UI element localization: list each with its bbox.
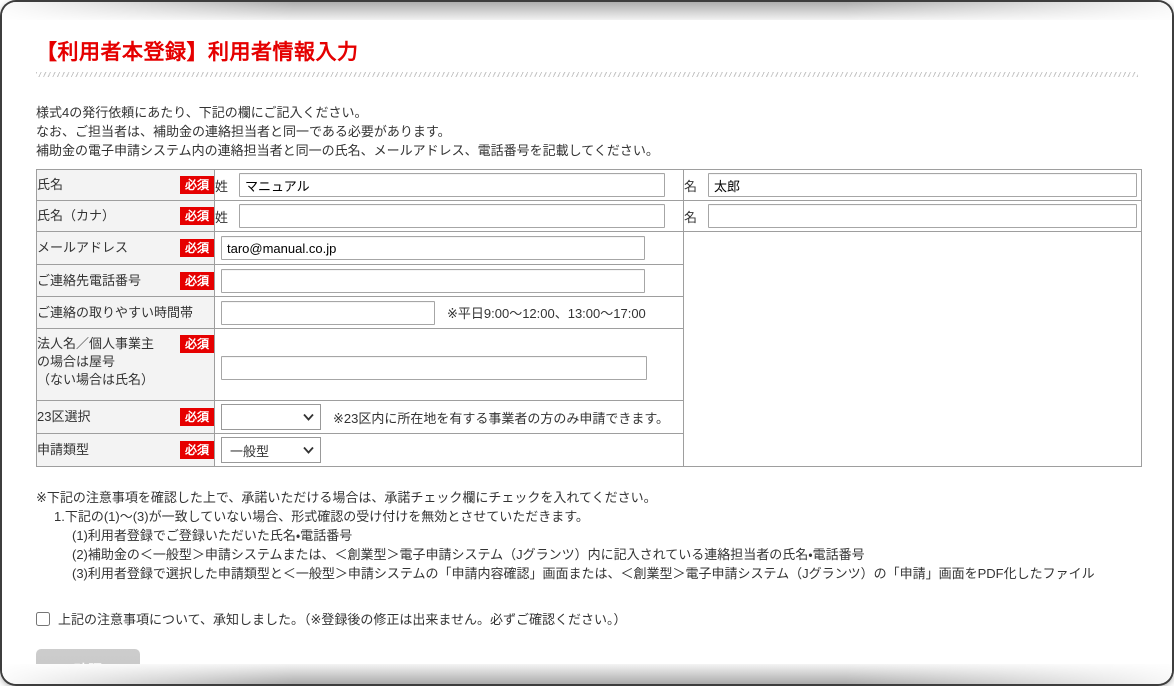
empty-merged-cell (684, 232, 1142, 467)
application-type-select[interactable]: 一般型 (221, 437, 321, 463)
notice-line-1: ※下記の注意事項を確認した上で、承諾いただける場合は、承諾チェック欄にチェックを… (36, 488, 1138, 507)
agreement-checkbox[interactable] (36, 612, 50, 626)
chevron-down-icon (303, 413, 314, 421)
agreement-label: 上記の注意事項について、承知しました。（※登録後の修正は出来ません。必ずご確認く… (58, 609, 626, 628)
email-row-label: メールアドレス (37, 239, 128, 257)
required-badge: 必須 (180, 176, 214, 194)
first-name-input[interactable] (708, 173, 1137, 197)
required-badge: 必須 (180, 335, 214, 353)
application-type-select-value: 一般型 (230, 441, 269, 460)
table-row: 氏名 必須 姓 名 (37, 170, 1142, 201)
notice-section: ※下記の注意事項を確認した上で、承諾いただける場合は、承諾チェック欄にチェックを… (36, 488, 1138, 583)
kana-last-name-label: 姓 (215, 207, 228, 226)
chevron-down-icon (303, 446, 314, 454)
agreement-row: 上記の注意事項について、承知しました。（※登録後の修正は出来ません。必ずご確認く… (36, 609, 1138, 628)
page-title: 【利用者本登録】利用者情報入力 (36, 36, 1138, 66)
last-name-label: 姓 (215, 176, 228, 195)
kana-row-label: 氏名（カナ） (37, 207, 115, 225)
contact-time-note: ※平日9:00～12:00、13:00～17:00 (447, 306, 646, 321)
required-badge: 必須 (180, 441, 214, 459)
application-type-row-label: 申請類型 (37, 441, 89, 459)
required-badge: 必須 (180, 207, 214, 225)
intro-line-3: 補助金の電子申請システム内の連絡担当者と同一の氏名、メールアドレス、電話番号を記… (36, 141, 1138, 160)
notice-line-5: (3)利用者登録で選択した申請類型と＜一般型＞申請システムの「申請内容確認」画面… (36, 564, 1138, 583)
bottom-gloss-bar (2, 664, 1172, 684)
kana-first-name-label: 名 (684, 207, 697, 226)
top-gloss-bar (2, 2, 1172, 20)
ward-note: ※23区内に所在地を有する事業者の方のみ申請できます。 (333, 411, 669, 426)
required-badge: 必須 (180, 272, 214, 290)
page-frame: 【利用者本登録】利用者情報入力 様式4の発行依頼にあたり、下記の欄にご記入くださ… (2, 2, 1172, 684)
notice-line-4: (2)補助金の＜一般型＞申請システムまたは、＜創業型＞電子申請システム（Jグラン… (36, 545, 1138, 564)
table-row: メールアドレス 必須 (37, 232, 1142, 265)
contact-time-row-label: ご連絡の取りやすい時間帯 (37, 304, 193, 322)
kana-last-name-input[interactable] (239, 204, 665, 228)
ward-row-label: 23区選択 (37, 408, 90, 426)
phone-row-label: ご連絡先電話番号 (37, 272, 141, 290)
kana-first-name-input[interactable] (708, 204, 1137, 228)
company-name-row-label: 法人名／個人事業主 の場合は屋号 （ない場合は氏名） (37, 335, 154, 389)
main-content: 【利用者本登録】利用者情報入力 様式4の発行依頼にあたり、下記の欄にご記入くださ… (2, 20, 1172, 684)
email-input[interactable] (221, 236, 645, 260)
contact-time-input[interactable] (221, 301, 435, 325)
intro-line-1: 様式4の発行依頼にあたり、下記の欄にご記入ください。 (36, 103, 1138, 122)
user-info-form-table: 氏名 必須 姓 名 氏名（カナ） 必須 (36, 169, 1142, 467)
table-row: 氏名（カナ） 必須 姓 名 (37, 201, 1142, 232)
title-divider (36, 72, 1138, 77)
company-name-input[interactable] (221, 356, 647, 380)
ward-select[interactable] (221, 404, 321, 430)
required-badge: 必須 (180, 408, 214, 426)
phone-input[interactable] (221, 269, 645, 293)
required-badge: 必須 (180, 239, 214, 257)
first-name-label: 名 (684, 176, 697, 195)
name-row-label: 氏名 (37, 176, 63, 194)
last-name-input[interactable] (239, 173, 665, 197)
notice-line-3: (1)利用者登録でご登録いただいた氏名・電話番号 (36, 526, 1138, 545)
intro-line-2: なお、ご担当者は、補助金の連絡担当者と同一である必要があります。 (36, 122, 1138, 141)
intro-text: 様式4の発行依頼にあたり、下記の欄にご記入ください。 なお、ご担当者は、補助金の… (36, 103, 1138, 160)
notice-line-2: 1.下記の(1)～(3)が一致していない場合、形式確認の受け付けを無効とさせてい… (36, 507, 1138, 526)
